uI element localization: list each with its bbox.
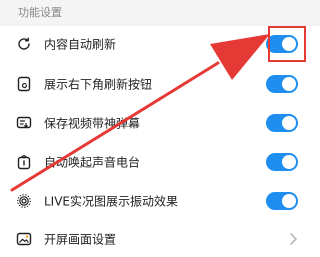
section-title: 功能设置	[18, 6, 62, 19]
audio-radio-toggle[interactable]	[266, 153, 298, 171]
chevron-right-icon	[290, 233, 297, 245]
video-danmaku-icon	[16, 116, 32, 129]
splash-image-icon	[16, 232, 32, 246]
toggle-knob	[282, 77, 296, 91]
auto-refresh-icon	[18, 37, 30, 50]
setting-label: 展示右下角刷新按钮	[44, 77, 153, 92]
auto-refresh-toggle[interactable]	[266, 35, 298, 53]
setting-row-splash-image[interactable]: 开屏画面设置	[0, 221, 320, 257]
setting-row-audio-radio[interactable]: 自动唤起声音电台	[0, 144, 320, 180]
refresh-button-toggle[interactable]	[266, 75, 298, 93]
setting-label: 开屏画面设置	[44, 232, 117, 247]
setting-row-refresh-button[interactable]: 展示右下角刷新按钮	[0, 66, 320, 102]
setting-row-auto-refresh[interactable]: 内容自动刷新	[0, 26, 320, 62]
live-photo-icon	[17, 194, 31, 208]
setting-row-video-danmaku[interactable]: 保存视频带神弹幕	[0, 105, 320, 141]
toggle-knob	[282, 194, 296, 208]
setting-label: 内容自动刷新	[44, 37, 117, 52]
setting-row-live-photo[interactable]: LIVE实况图展示振动效果	[0, 183, 320, 219]
live-photo-toggle[interactable]	[266, 192, 298, 210]
setting-label: 保存视频带神弹幕	[44, 116, 141, 131]
video-danmaku-toggle[interactable]	[266, 114, 298, 132]
audio-radio-icon	[17, 154, 31, 170]
toggle-knob	[282, 37, 296, 51]
setting-label: LIVE实况图展示振动效果	[44, 194, 179, 209]
refresh-button-icon	[17, 76, 31, 92]
toggle-knob	[282, 155, 296, 169]
setting-label: 自动唤起声音电台	[44, 155, 141, 170]
settings-card: 内容自动刷新 展示右下角刷新按钮 保存视频带神弹幕 自动唤起声音电台 LIVE实…	[0, 26, 320, 257]
toggle-knob	[282, 116, 296, 130]
